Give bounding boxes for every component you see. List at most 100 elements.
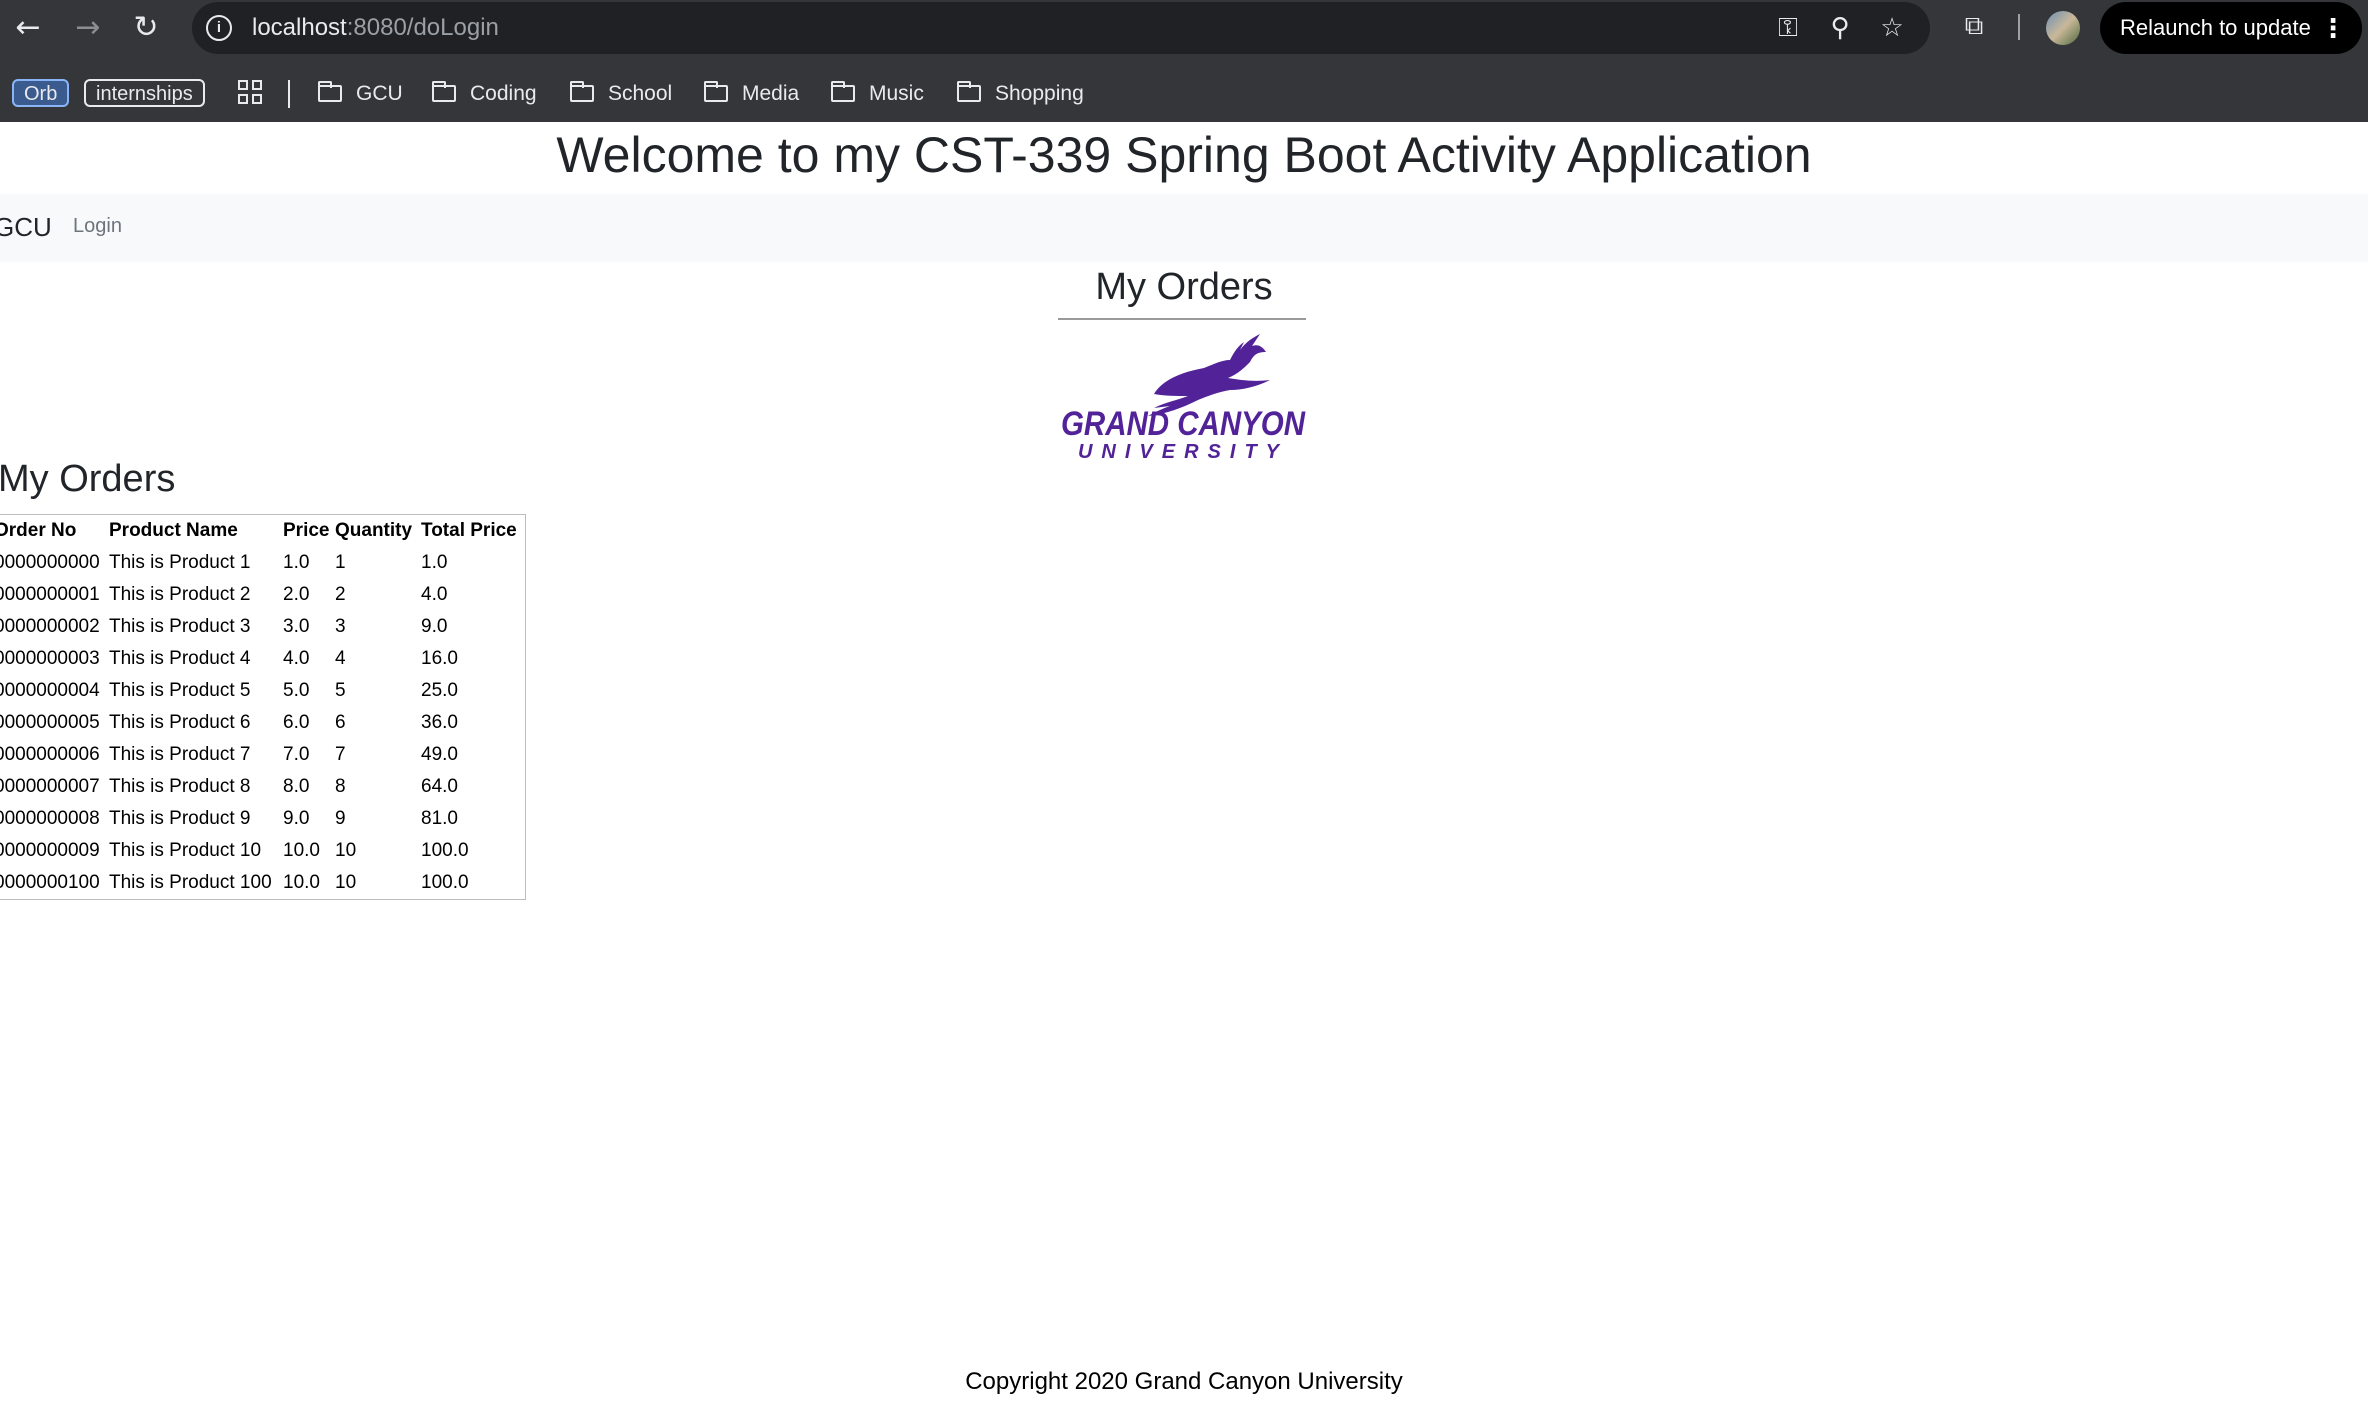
cell-product-name: This is Product 9 (109, 808, 251, 829)
forward-icon[interactable]: → (70, 10, 106, 46)
address-bar[interactable]: i localhost:8080/doLogin ⚿ ⚲ ☆ (192, 2, 1930, 54)
antelope-icon (1148, 334, 1270, 416)
footer-copyright: Copyright 2020 Grand Canyon University (965, 1368, 1403, 1395)
relaunch-label: Relaunch to update (2120, 15, 2311, 40)
table-row: 0000000100 This is Product 100 10.0 10 100.0 (0, 867, 526, 900)
bookmark-divider (288, 80, 290, 108)
password-key-icon[interactable]: ⚿ (1770, 10, 1806, 46)
url-path: :8080/doLogin (346, 14, 499, 41)
cell-total-price: 100.0 (421, 872, 469, 893)
bookmark-star-icon[interactable]: ☆ (1874, 10, 1910, 46)
cell-order-no: 0000000001 (0, 584, 100, 605)
cell-quantity: 1 (335, 552, 346, 573)
logo-text-university: UNIVERSITY (1078, 441, 1288, 462)
folder-icon (318, 81, 342, 102)
relaunch-button[interactable]: Relaunch to update ⋮ (2100, 2, 2362, 54)
bookmark-folder-music[interactable]: Music (831, 78, 924, 110)
cell-product-name: This is Product 7 (109, 744, 251, 765)
cell-order-no: 0000000004 (0, 680, 100, 701)
extensions-icon[interactable]: ⧉ (1956, 8, 1992, 44)
cell-price: 3.0 (283, 616, 310, 637)
url-host: localhost (252, 14, 347, 41)
back-icon[interactable]: ← (10, 10, 46, 46)
cell-price: 6.0 (283, 712, 310, 733)
cell-quantity: 4 (335, 648, 346, 669)
cell-total-price: 36.0 (421, 712, 458, 733)
bookmark-folder-label: GCU (356, 82, 403, 105)
bookmark-folder-gcu[interactable]: GCU (318, 78, 403, 110)
cell-order-no: 0000000007 (0, 776, 100, 797)
bookmark-folder-label: Shopping (995, 82, 1084, 105)
cell-quantity: 8 (335, 776, 346, 797)
table-header-row: Order No Product Name Price Quantity Tot… (0, 515, 526, 548)
page-title: Welcome to my CST-339 Spring Boot Activi… (556, 127, 1812, 183)
cell-quantity: 6 (335, 712, 346, 733)
orders-heading: My Orders (1095, 266, 1273, 308)
bookmark-folder-label: School (608, 82, 673, 105)
cell-order-no: 0000000000 (0, 552, 100, 573)
cell-order-no: 0000000003 (0, 648, 100, 669)
col-header-total-price: Total Price (421, 520, 517, 541)
table-row: 0000000003 This is Product 4 4.0 4 16.0 (0, 643, 526, 675)
more-menu-icon[interactable]: ⋮ (2320, 2, 2346, 54)
bookmark-folder-label: Coding (470, 82, 537, 105)
cell-quantity: 3 (335, 616, 346, 637)
cell-price: 10.0 (283, 840, 320, 861)
bookmark-internships[interactable]: internships (84, 79, 205, 107)
cell-total-price: 100.0 (421, 840, 469, 861)
cell-price: 10.0 (283, 872, 320, 893)
reload-icon[interactable]: ↻ (128, 10, 164, 46)
cell-product-name: This is Product 4 (109, 648, 251, 669)
bookmark-orb[interactable]: Orb (12, 79, 70, 107)
table-row: 0000000005 This is Product 6 6.0 6 36.0 (0, 707, 526, 739)
bookmark-folder-media[interactable]: Media (704, 78, 799, 110)
cell-product-name: This is Product 100 (109, 872, 272, 893)
navbar-brand[interactable]: GCU (0, 212, 52, 243)
cell-total-price: 9.0 (421, 616, 448, 637)
cell-order-no: 0000000008 (0, 808, 100, 829)
bookmark-folder-school[interactable]: School (570, 78, 672, 110)
cell-price: 4.0 (283, 648, 310, 669)
logo-text-grand-canyon: GRAND CANYON (1061, 405, 1306, 443)
folder-icon (432, 81, 456, 102)
browser-chrome: ← → ↻ i localhost:8080/doLogin ⚿ ⚲ ☆ ⧉ R… (0, 0, 2368, 122)
bookmark-folder-label: Music (869, 82, 924, 105)
cell-product-name: This is Product 10 (109, 840, 262, 861)
folder-icon (570, 81, 594, 102)
cell-quantity: 10 (335, 872, 357, 893)
url-text[interactable]: localhost:8080/doLogin (252, 2, 499, 54)
profile-avatar[interactable] (2046, 11, 2080, 45)
table-row: 0000000007 This is Product 8 8.0 8 64.0 (0, 771, 526, 803)
cell-order-no: 0000000005 (0, 712, 100, 733)
cell-price: 9.0 (283, 808, 310, 829)
table-row: 0000000001 This is Product 2 2.0 2 4.0 (0, 579, 526, 611)
cell-product-name: This is Product 8 (109, 776, 251, 797)
bookmark-folder-label: Media (742, 82, 800, 105)
col-header-quantity: Quantity (335, 520, 413, 541)
site-info-icon[interactable]: i (206, 15, 232, 41)
table-row: 0000000006 This is Product 7 7.0 7 49.0 (0, 739, 526, 771)
col-header-order-no: Order No (0, 520, 77, 541)
folder-icon (957, 81, 981, 102)
nav-link-login[interactable]: Login (73, 215, 122, 238)
cell-product-name: This is Product 6 (109, 712, 251, 733)
cell-product-name: This is Product 1 (109, 552, 251, 573)
table-row: 0000000009 This is Product 10 10.0 10 100.0 (0, 835, 526, 867)
cell-product-name: This is Product 2 (109, 584, 251, 605)
cell-quantity: 5 (335, 680, 346, 701)
bookmark-folder-coding[interactable]: Coding (432, 78, 537, 110)
cell-total-price: 81.0 (421, 808, 458, 829)
cell-order-no: 0000000002 (0, 616, 100, 637)
cell-price: 1.0 (283, 552, 310, 573)
cell-price: 8.0 (283, 776, 310, 797)
cell-quantity: 2 (335, 584, 346, 605)
table-row: 0000000000 This is Product 1 1.0 1 1.0 (0, 547, 526, 579)
cell-product-name: This is Product 5 (109, 680, 251, 701)
cell-total-price: 25.0 (421, 680, 458, 701)
zoom-icon[interactable]: ⚲ (1822, 10, 1858, 46)
cell-total-price: 64.0 (421, 776, 458, 797)
cell-product-name: This is Product 3 (109, 616, 251, 637)
bookmark-folder-shopping[interactable]: Shopping (957, 78, 1084, 110)
cell-order-no: 0000000100 (0, 872, 100, 893)
apps-grid-icon[interactable] (238, 80, 264, 106)
